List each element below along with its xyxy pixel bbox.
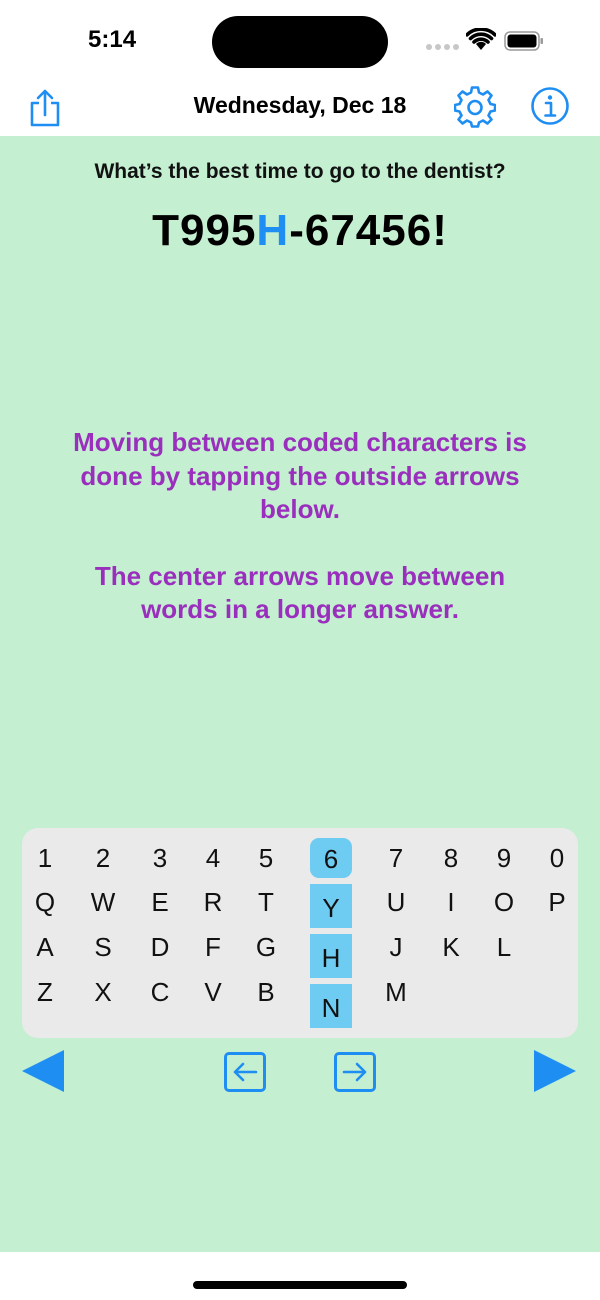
key-C[interactable]: C: [140, 976, 180, 1008]
key-Y[interactable]: Y: [310, 884, 352, 928]
key-O[interactable]: O: [484, 886, 524, 918]
instructions-line-2: The center arrows move between words in …: [94, 560, 506, 625]
word-left-icon: [233, 1062, 258, 1082]
key-X[interactable]: X: [83, 976, 123, 1008]
key-G[interactable]: G: [246, 931, 286, 963]
key-9[interactable]: 9: [484, 842, 524, 874]
cellular-signal-icon: [426, 44, 459, 50]
key-U[interactable]: U: [376, 886, 416, 918]
key-M[interactable]: M: [376, 976, 416, 1008]
key-7[interactable]: 7: [376, 842, 416, 874]
status-time: 5:14: [88, 26, 137, 53]
key-1[interactable]: 1: [25, 842, 65, 874]
selected-column: 6 Y H N: [310, 838, 352, 1028]
gear-icon[interactable]: [454, 86, 496, 128]
status-bar: 5:14: [0, 0, 600, 80]
instructions-line-1: Moving between coded characters is done …: [73, 427, 527, 524]
coded-answer-suffix: -67456!: [289, 206, 448, 255]
key-T[interactable]: T: [246, 886, 286, 918]
nav-date-title: Wednesday, Dec 18: [193, 92, 407, 118]
key-J[interactable]: J: [376, 931, 416, 963]
key-N[interactable]: N: [310, 984, 352, 1028]
coded-answer-selected-char[interactable]: H: [256, 206, 289, 255]
instructions: Moving between coded characters is done …: [60, 426, 540, 627]
key-Z[interactable]: Z: [25, 976, 65, 1008]
key-D[interactable]: D: [140, 931, 180, 963]
nav-bar: Wednesday, Dec 18: [0, 80, 600, 136]
key-Q[interactable]: Q: [25, 886, 65, 918]
puzzle-area: What’s the best time to go to the dentis…: [0, 136, 600, 1252]
key-E[interactable]: E: [140, 886, 180, 918]
key-P[interactable]: P: [537, 886, 577, 918]
key-A[interactable]: A: [25, 931, 65, 963]
key-V[interactable]: V: [193, 976, 233, 1008]
share-icon[interactable]: [28, 88, 62, 128]
key-S[interactable]: S: [83, 931, 123, 963]
key-8[interactable]: 8: [431, 842, 471, 874]
home-indicator-area: [0, 1252, 600, 1300]
key-H[interactable]: H: [310, 934, 352, 978]
key-W[interactable]: W: [83, 886, 123, 918]
key-3[interactable]: 3: [140, 842, 180, 874]
key-0[interactable]: 0: [537, 842, 577, 874]
key-4[interactable]: 4: [193, 842, 233, 874]
next-word-button[interactable]: [334, 1052, 376, 1092]
right-arrow-icon[interactable]: [532, 1048, 578, 1094]
info-icon[interactable]: [530, 86, 570, 126]
key-I[interactable]: I: [431, 886, 471, 918]
letter-keyboard: 6 Y H N 12345 7890 QWERT UIOP ASDFG JKL ZXCVB M: [22, 828, 578, 1038]
wifi-icon: [466, 28, 496, 50]
key-R[interactable]: R: [193, 886, 233, 918]
coded-answer-prefix: T995: [152, 206, 257, 255]
key-2[interactable]: 2: [83, 842, 123, 874]
battery-icon: [504, 31, 543, 51]
word-right-icon: [342, 1062, 367, 1082]
dynamic-island: [212, 16, 388, 68]
previous-word-button[interactable]: [224, 1052, 266, 1092]
key-F[interactable]: F: [193, 931, 233, 963]
key-L[interactable]: L: [484, 931, 524, 963]
coded-answer[interactable]: T995H-67456!: [0, 206, 600, 256]
puzzle-question: What’s the best time to go to the dentis…: [94, 160, 506, 183]
key-B[interactable]: B: [246, 976, 286, 1008]
home-indicator[interactable]: [193, 1281, 407, 1289]
left-arrow-icon[interactable]: [20, 1048, 66, 1094]
key-5[interactable]: 5: [246, 842, 286, 874]
key-6[interactable]: 6: [310, 838, 352, 878]
key-K[interactable]: K: [431, 931, 471, 963]
